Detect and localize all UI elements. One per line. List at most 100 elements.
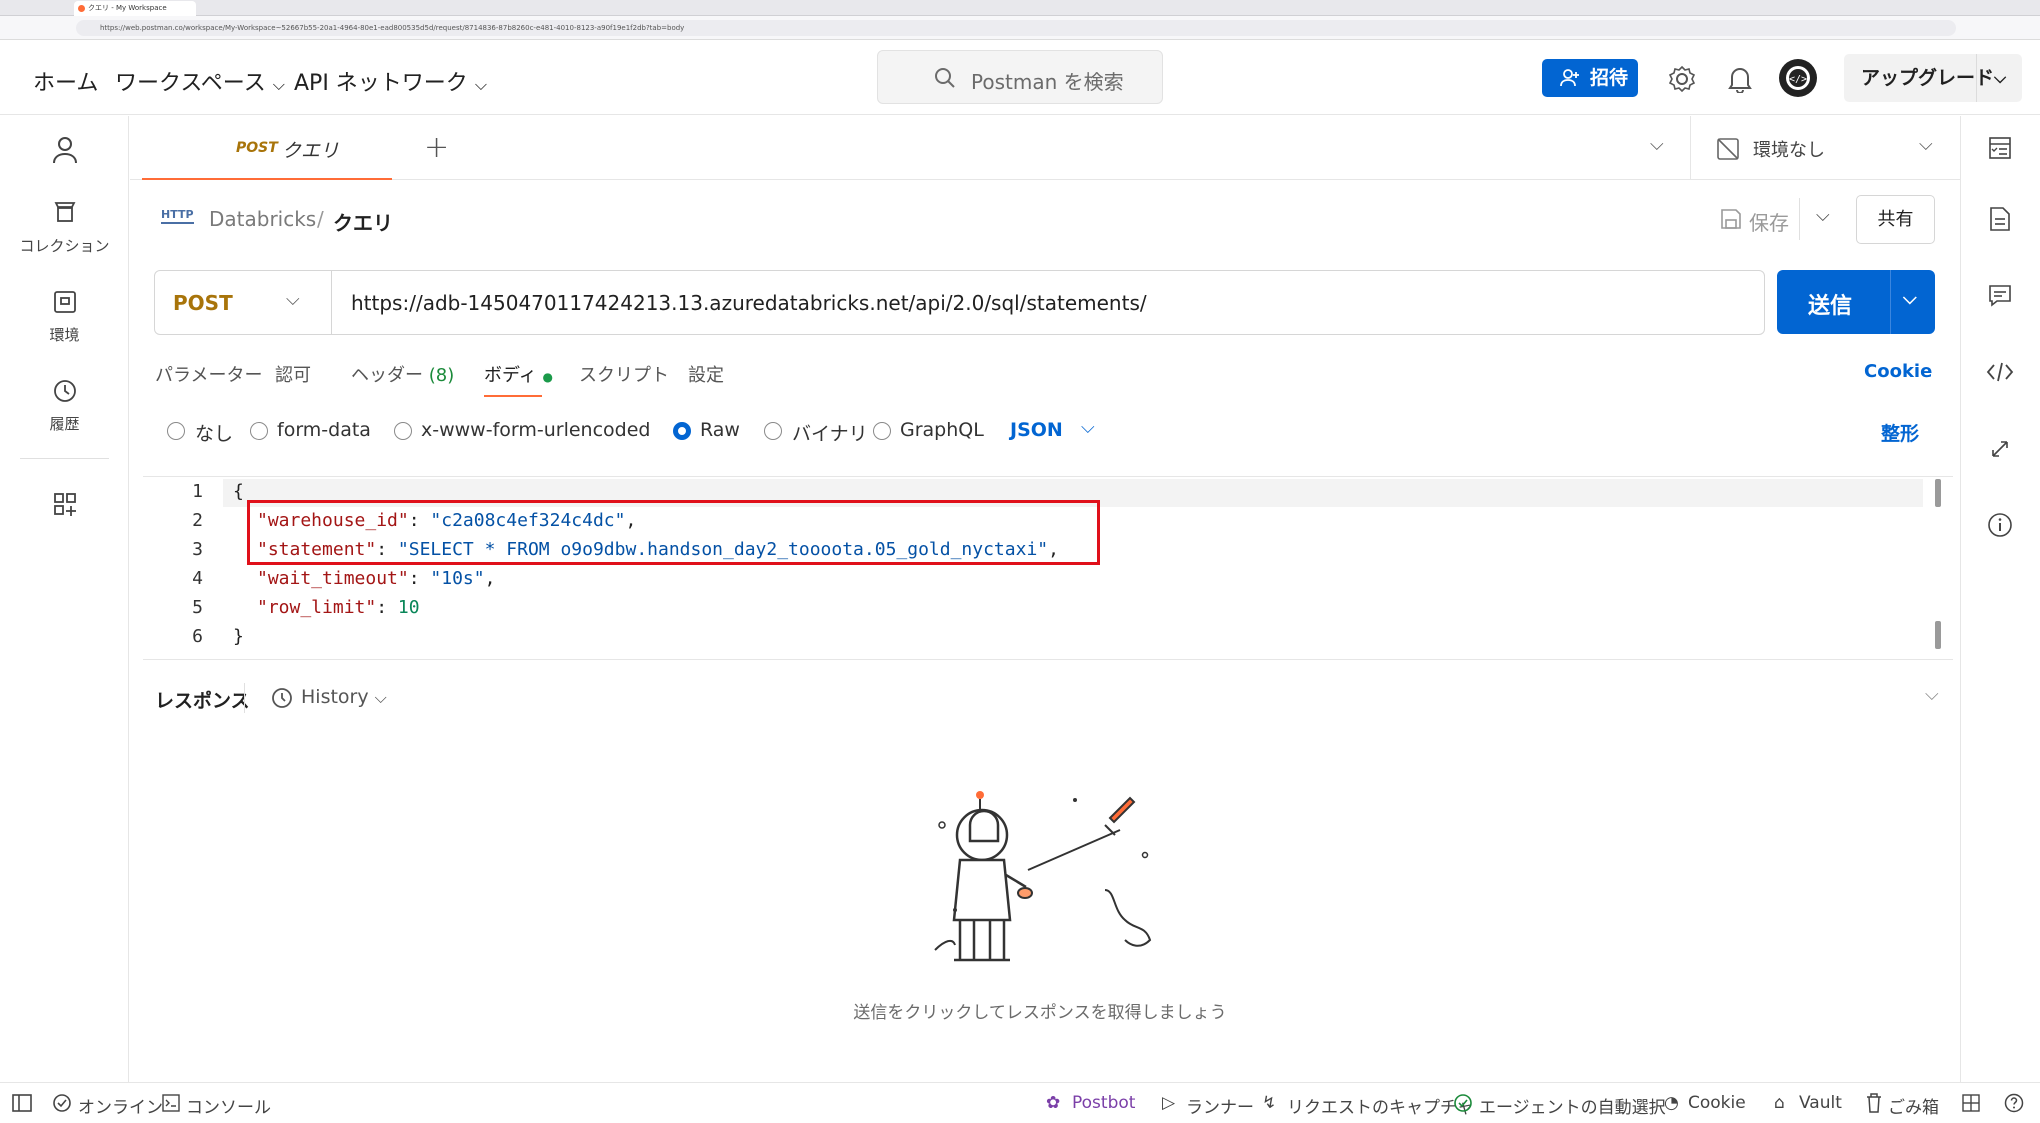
save-options-chevron-icon[interactable]: ⌵ — [1816, 205, 1830, 226]
sidebar-item-collections[interactable]: コレクション — [0, 235, 129, 256]
new-tab-plus-icon[interactable]: + — [424, 130, 449, 165]
vault-icon: ⌂ — [1774, 1093, 1785, 1113]
chevron-down-icon[interactable]: ⌵ — [286, 289, 300, 310]
gear-icon[interactable] — [1668, 65, 1696, 93]
invite-button[interactable]: 招待 — [1542, 59, 1638, 97]
documentation-icon[interactable] — [1989, 206, 2011, 232]
upgrade-button[interactable]: アップグレード ⌵ — [1844, 54, 2022, 102]
save-divider — [1799, 198, 1800, 240]
toggle-sidebar-icon[interactable] — [12, 1094, 32, 1112]
chevron-down-icon[interactable]: ⌵ — [1994, 54, 2006, 102]
nav-home[interactable]: ホーム — [33, 65, 98, 97]
tab-body[interactable]: ボディ ● — [484, 361, 553, 387]
status-online[interactable]: オンライン — [78, 1093, 163, 1118]
tab-headers[interactable]: ヘッダー (8) — [351, 361, 454, 387]
radio-graphql[interactable] — [873, 422, 891, 440]
tabs-overflow-chevron-icon[interactable]: ⌵ — [1650, 134, 1664, 155]
sidebar-divider — [20, 458, 109, 459]
chevron-down-icon: ⌵ — [272, 75, 285, 94]
code-open-brace: { — [233, 481, 244, 502]
astronaut-rocket-illustration — [934, 791, 1152, 962]
status-capture[interactable]: リクエストのキャプチャ — [1287, 1093, 1474, 1118]
tab-authorization[interactable]: 認可 — [275, 361, 311, 387]
browser-url-field[interactable]: https://web.postman.co/workspace/My-Work… — [76, 20, 1956, 36]
info-icon[interactable] — [1987, 512, 2013, 538]
active-subtab-indicator — [484, 395, 542, 397]
status-runner[interactable]: ランナー — [1186, 1093, 1254, 1118]
status-cookie[interactable]: Cookie — [1688, 1093, 1746, 1113]
user-icon[interactable] — [52, 136, 78, 164]
method-selector[interactable]: POST — [173, 291, 233, 315]
json-key: "wait_timeout" — [257, 568, 409, 589]
beautify-button[interactable]: 整形 — [1881, 419, 1919, 446]
comments-icon[interactable] — [1988, 284, 2012, 308]
json-value: "10s" — [430, 568, 485, 589]
line-number: 2 — [192, 510, 203, 531]
request-tab[interactable]: POST クエリ — [142, 116, 392, 180]
cookies-link[interactable]: Cookie — [1864, 361, 1932, 382]
radio-form-data-label: form-data — [277, 419, 371, 441]
status-console[interactable]: コンソール — [186, 1093, 271, 1118]
radio-binary[interactable] — [764, 422, 782, 440]
app-header: ホーム ワークスペース ⌵ API ネットワーク ⌵ Postman を検索 招… — [0, 40, 2040, 115]
radio-form-data[interactable] — [250, 422, 268, 440]
search-input[interactable]: Postman を検索 — [877, 50, 1163, 104]
chevron-down-icon[interactable]: ⌵ — [1081, 417, 1095, 438]
related-collections-icon[interactable] — [1989, 438, 2011, 460]
tab-scripts[interactable]: スクリプト — [579, 361, 669, 387]
code-close-brace: } — [233, 626, 244, 647]
status-bar: オンライン コンソール ✿ Postbot ▷ ランナー ↯ リクエストのキャプ… — [0, 1082, 2040, 1123]
status-trash[interactable]: ごみ箱 — [1888, 1093, 1939, 1118]
breadcrumb-collection[interactable]: Databricks — [209, 207, 316, 231]
url-input[interactable]: https://adb-1450470117424213.13.azuredat… — [351, 291, 1147, 315]
response-empty-message: 送信をクリックしてレスポンスを取得しましょう — [853, 1003, 1227, 1023]
response-title[interactable]: レスポンス — [155, 686, 250, 713]
collections-icon[interactable] — [53, 200, 77, 224]
status-agent[interactable]: エージェントの自動選択 — [1479, 1093, 1666, 1118]
radio-none-label: なし — [195, 423, 234, 445]
status-vault[interactable]: Vault — [1799, 1093, 1842, 1113]
editor-scrollbar-thumb[interactable] — [1935, 479, 1941, 507]
format-selector[interactable]: JSON — [1010, 419, 1063, 441]
radio-raw[interactable] — [673, 422, 691, 440]
share-button[interactable]: 共有 — [1856, 195, 1935, 244]
sidebar-item-history[interactable]: 履歴 — [0, 413, 129, 434]
collapse-response-chevron-icon[interactable]: ⌵ — [1925, 684, 1939, 705]
http-icon: HTTP — [161, 208, 194, 224]
radio-binary-label: バイナリ — [792, 423, 868, 445]
history-icon[interactable] — [52, 378, 78, 404]
add-apps-icon[interactable] — [53, 492, 79, 518]
avatar[interactable]: </> — [1778, 58, 1818, 98]
tab-body-label: ボディ — [484, 365, 537, 386]
add-user-icon — [1560, 69, 1579, 87]
save-button[interactable]: 保存 — [1749, 207, 1789, 236]
help-icon[interactable] — [2004, 1093, 2024, 1113]
nav-workspaces[interactable]: ワークスペース ⌵ — [115, 65, 285, 97]
editor-scrollbar-thumb[interactable] — [1935, 621, 1941, 649]
sidebar-item-environments[interactable]: 環境 — [0, 324, 129, 345]
breadcrumb-request[interactable]: クエリ — [333, 207, 393, 236]
status-postbot[interactable]: Postbot — [1072, 1093, 1135, 1113]
send-button[interactable]: 送信 ⌵ — [1777, 270, 1935, 334]
radio-none[interactable] — [167, 422, 185, 440]
tab-params[interactable]: パラメーター — [155, 361, 262, 387]
request-tab-bar: POST クエリ + ⌵ 環境なし ⌵ — [130, 116, 1960, 180]
send-options-chevron-icon[interactable]: ⌵ — [1903, 288, 1917, 309]
chevron-down-icon: ⌵ — [474, 75, 487, 94]
request-tab-name: クエリ — [282, 140, 340, 162]
search-icon — [935, 68, 955, 88]
tab-settings[interactable]: 設定 — [688, 361, 724, 387]
bell-icon[interactable] — [1727, 65, 1753, 93]
environment-selector[interactable]: 環境なし ⌵ — [1690, 116, 1960, 180]
right-sidebar — [1960, 116, 2040, 1082]
workspace-overview-icon[interactable] — [1988, 136, 2012, 160]
radio-urlencoded[interactable] — [394, 422, 412, 440]
code-icon[interactable] — [1986, 360, 2014, 384]
browser-tab[interactable]: クエリ - My Workspace — [74, 1, 196, 16]
body-active-dot-icon: ● — [542, 370, 553, 384]
nav-api-network[interactable]: API ネットワーク ⌵ — [294, 65, 487, 97]
postman-favicon-icon — [78, 5, 85, 12]
environments-icon[interactable] — [53, 290, 77, 314]
layout-icon[interactable] — [1962, 1094, 1980, 1112]
response-history-dropdown[interactable]: History ⌵ — [301, 686, 387, 708]
